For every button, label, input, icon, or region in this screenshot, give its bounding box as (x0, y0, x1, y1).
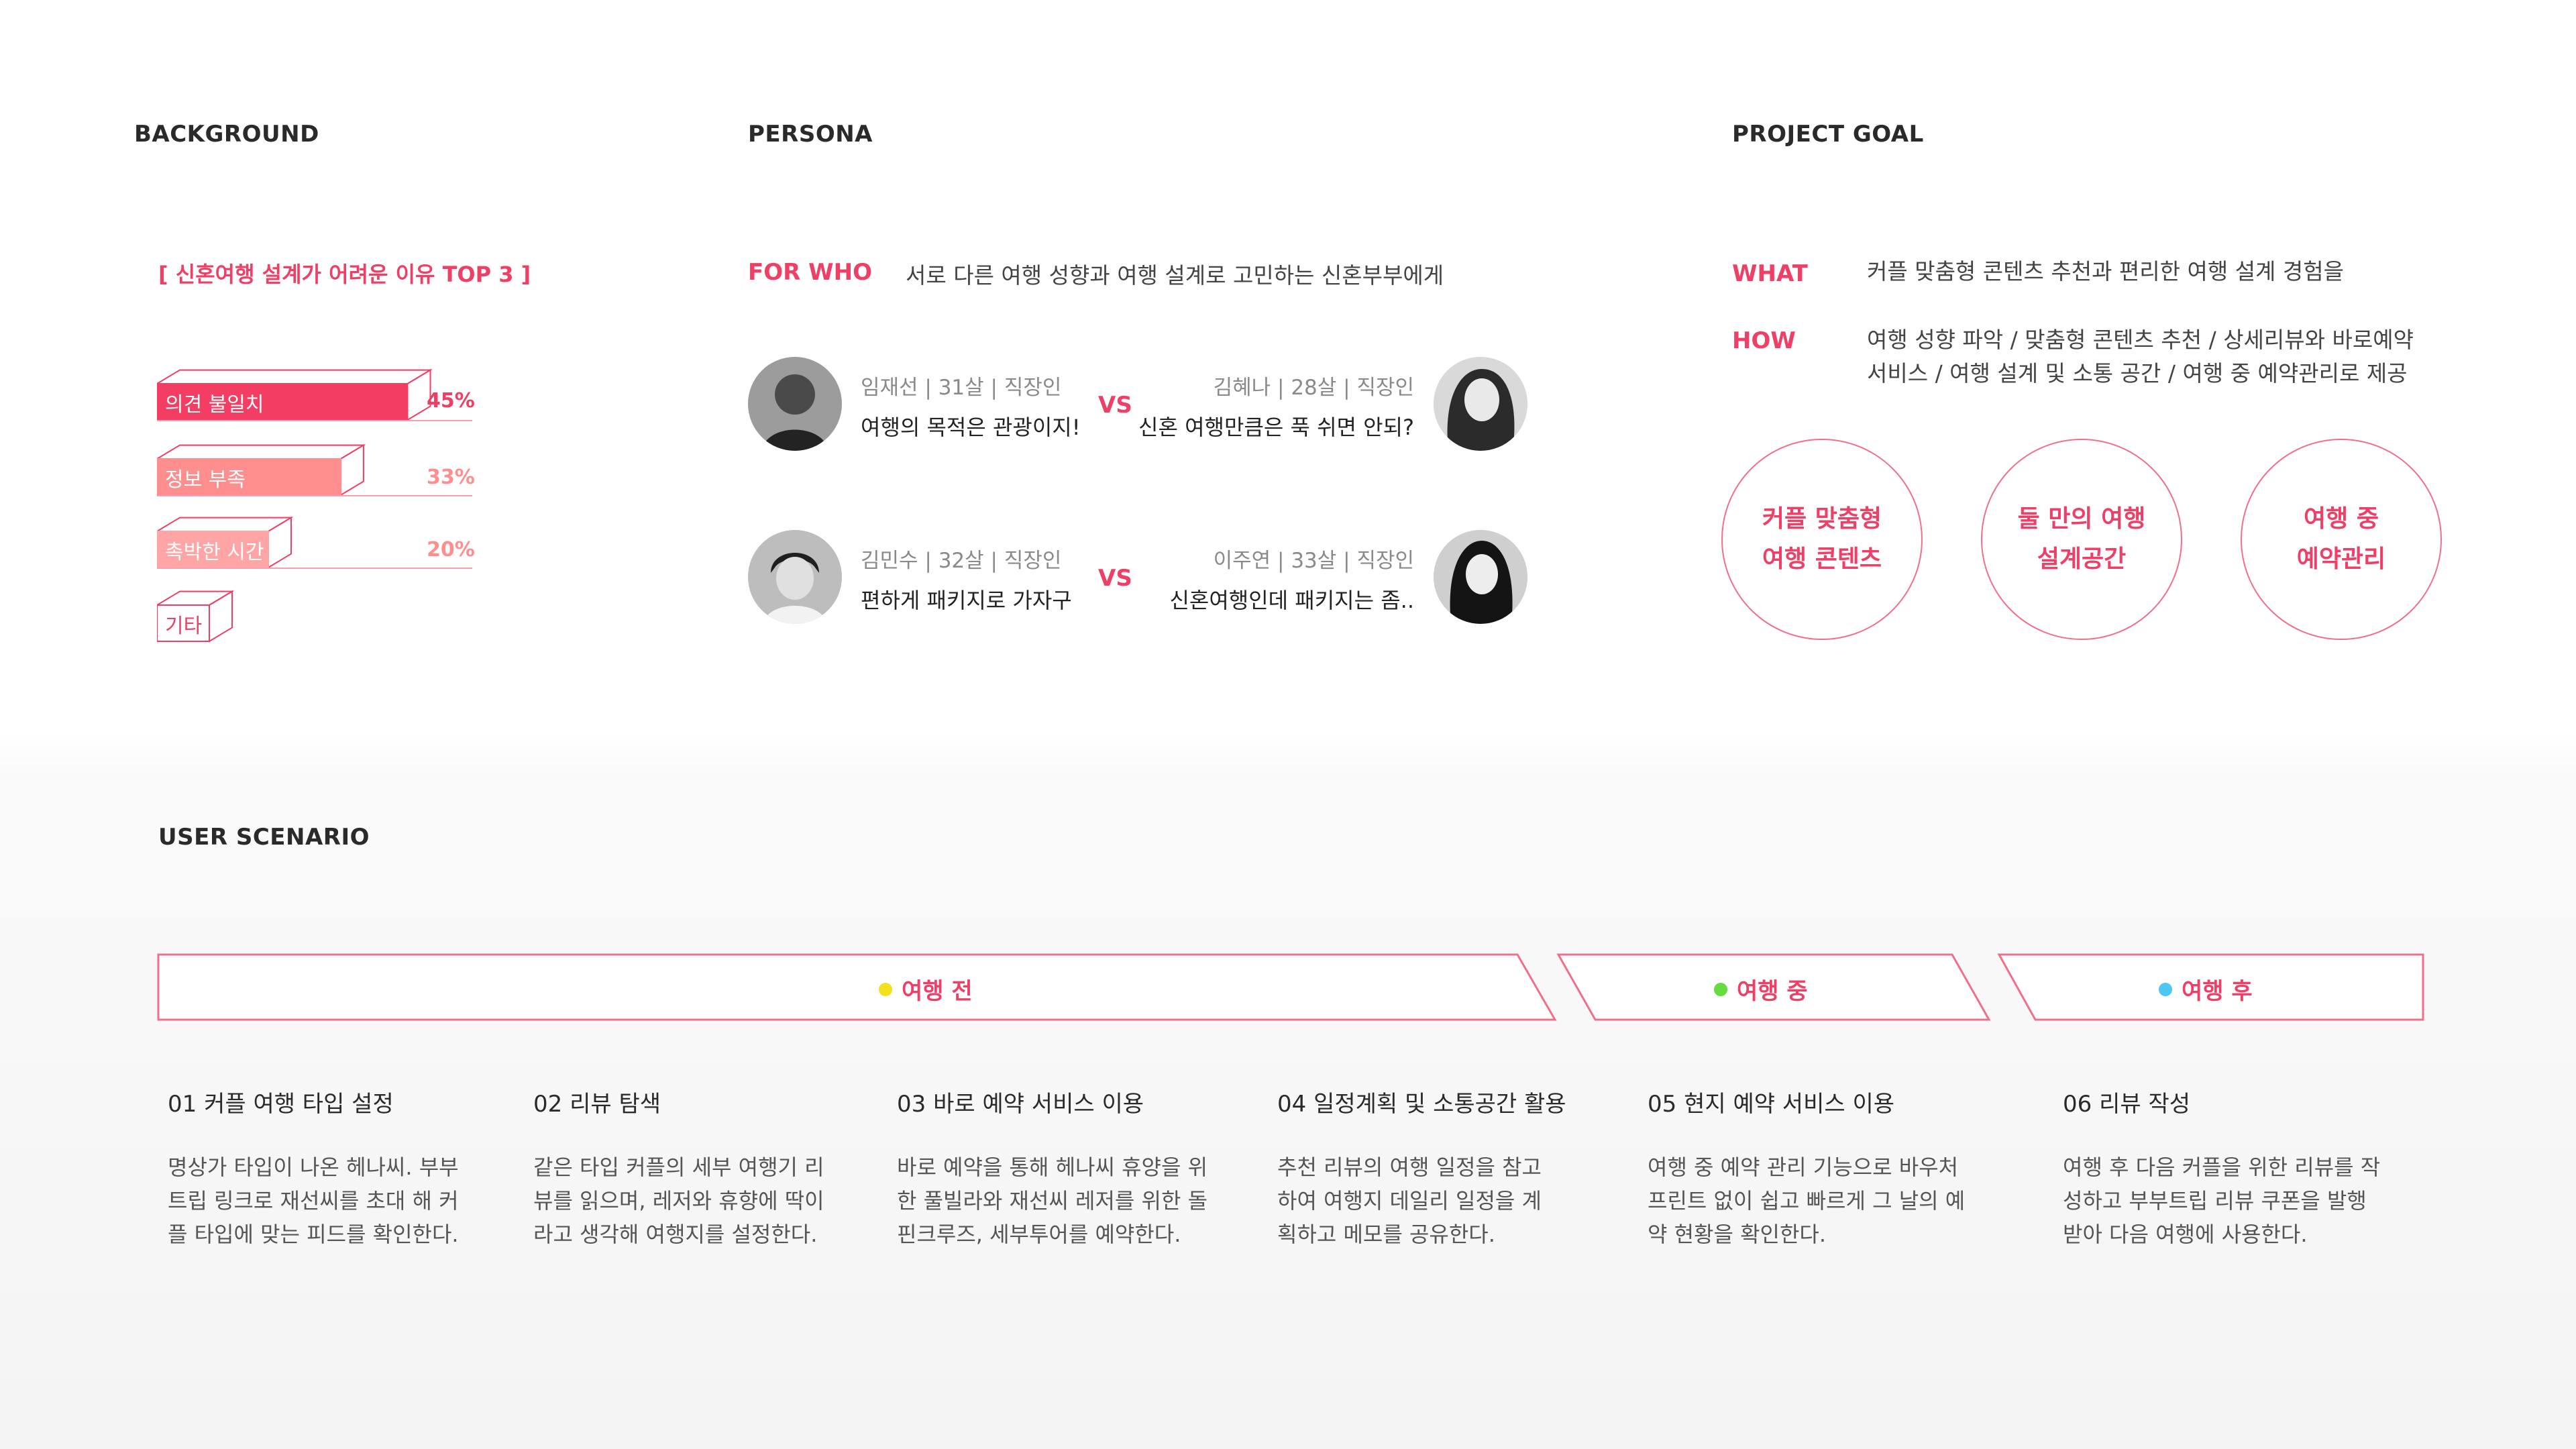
step-5-title: 05 현지 예약 서비스 이용 (1648, 1091, 1895, 1118)
blue-dot-icon (2159, 982, 2172, 996)
step-2-line: 뷰를 읽으며, 레저와 휴향에 딱이 (533, 1188, 824, 1214)
step-1-line: 트립 링크로 재선씨를 초대 해 커 (168, 1188, 459, 1214)
phase-during-label: 여행 중 (1737, 978, 1808, 1005)
step-1-line: 플 타입에 맞는 피드를 확인한다. (168, 1222, 459, 1247)
step-5-line: 프린트 없이 쉽고 빠르게 그 날의 예 (1648, 1188, 1966, 1214)
phase-during: 여행 중 (1714, 973, 1808, 1006)
scenario-step-3: 03 바로 예약 서비스 이용 바로 예약을 통해 헤나씨 휴양을 위 한 풀빌… (897, 1085, 1232, 1251)
step-6-line: 여행 후 다음 커플을 위한 리뷰를 작 (2063, 1155, 2381, 1180)
step-2-line: 같은 타입 커플의 세부 여행기 리 (533, 1155, 824, 1180)
step-6-description: 여행 후 다음 커플을 위한 리뷰를 작 성하고 부부트립 리뷰 쿠폰을 발행 … (2063, 1150, 2398, 1251)
scenario-step-5: 05 현지 예약 서비스 이용 여행 중 예약 관리 기능으로 바우처 프린트 … (1648, 1085, 1983, 1251)
step-3-line: 한 풀빌라와 재선씨 레저를 위한 돌 (897, 1188, 1208, 1214)
step-4-description: 추천 리뷰의 여행 일정을 참고 하여 여행지 데일리 일정을 계 획하고 메모… (1277, 1150, 1593, 1251)
step-1-description: 명상가 타입이 나온 헤나씨. 부부 트립 링크로 재선씨를 초대 해 커 플 … (168, 1150, 483, 1251)
scenario-step-2: 02 리뷰 탐색 같은 타입 커플의 세부 여행기 리 뷰를 읽으며, 레저와 … (533, 1085, 849, 1251)
phase-after: 여행 후 (2159, 973, 2253, 1006)
phase-shape-before (157, 953, 1557, 1021)
step-2-description: 같은 타입 커플의 세부 여행기 리 뷰를 읽으며, 레저와 휴향에 딱이 라고… (533, 1150, 849, 1251)
phase-before: 여행 전 (879, 973, 973, 1006)
step-4-title: 04 일정계획 및 소통공간 활용 (1277, 1091, 1566, 1118)
step-1-line: 명상가 타입이 나온 헤나씨. 부부 (168, 1155, 459, 1180)
yellow-dot-icon (879, 982, 892, 996)
step-2-title: 02 리뷰 탐색 (533, 1091, 661, 1118)
step-4-line: 추천 리뷰의 여행 일정을 참고 (1277, 1155, 1542, 1180)
green-dot-icon (1714, 982, 1727, 996)
step-5-line: 약 현황을 확인한다. (1648, 1222, 1827, 1247)
step-1-title: 01 커플 여행 타입 설정 (168, 1091, 394, 1118)
step-4-line: 하여 여행지 데일리 일정을 계 (1277, 1188, 1542, 1214)
step-3-line: 핀크루즈, 세부투어를 예약한다. (897, 1222, 1181, 1247)
step-4-line: 획하고 메모를 공유한다. (1277, 1222, 1495, 1247)
scenario-step-1: 01 커플 여행 타입 설정 명상가 타입이 나온 헤나씨. 부부 트립 링크로… (168, 1085, 483, 1251)
scenario-step-4: 04 일정계획 및 소통공간 활용 추천 리뷰의 여행 일정을 참고 하여 여행… (1277, 1085, 1593, 1251)
step-5-description: 여행 중 예약 관리 기능으로 바우처 프린트 없이 쉽고 빠르게 그 날의 예… (1648, 1150, 1983, 1251)
phase-before-label: 여행 전 (902, 978, 973, 1005)
phase-after-label: 여행 후 (2182, 978, 2253, 1005)
step-6-line: 성하고 부부트립 리뷰 쿠폰을 발행 (2063, 1188, 2367, 1214)
step-5-line: 여행 중 예약 관리 기능으로 바우처 (1648, 1155, 1959, 1180)
step-3-line: 바로 예약을 통해 헤나씨 휴양을 위 (897, 1155, 1208, 1180)
step-2-line: 라고 생각해 여행지를 설정한다. (533, 1222, 818, 1247)
scenario-step-6: 06 리뷰 작성 여행 후 다음 커플을 위한 리뷰를 작 성하고 부부트립 리… (2063, 1085, 2398, 1251)
step-3-title: 03 바로 예약 서비스 이용 (897, 1091, 1144, 1118)
step-6-line: 받아 다음 여행에 사용한다. (2063, 1222, 2308, 1247)
step-6-title: 06 리뷰 작성 (2063, 1091, 2190, 1118)
step-3-description: 바로 예약을 통해 헤나씨 휴양을 위 한 풀빌라와 재선씨 레저를 위한 돌 … (897, 1150, 1232, 1251)
